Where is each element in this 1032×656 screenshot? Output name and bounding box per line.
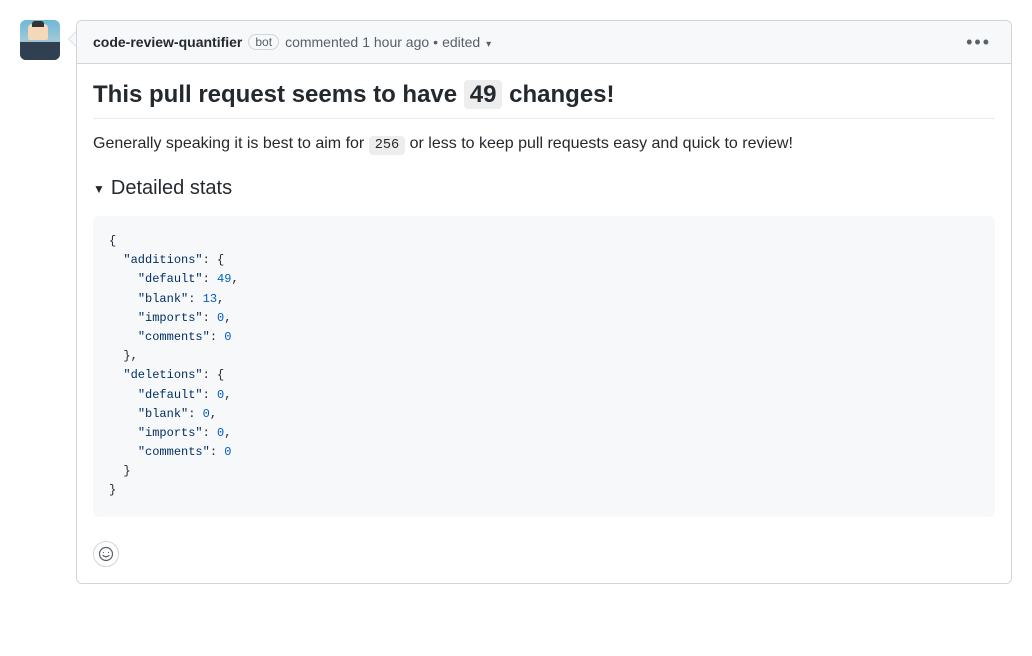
bot-badge: bot — [248, 34, 279, 50]
detailed-stats-toggle[interactable]: ▼ Detailed stats — [93, 177, 995, 200]
meta-separator: • — [433, 34, 438, 50]
comment-body: This pull request seems to have 49 chang… — [77, 64, 1011, 533]
stats-code-block: { "additions": { "default": 49, "blank":… — [93, 216, 995, 517]
smiley-icon — [98, 546, 114, 562]
comment-wrapper: code-review-quantifier bot commented 1 h… — [76, 20, 1012, 584]
timestamp-link[interactable]: 1 hour ago — [362, 34, 429, 50]
limit-code-badge: 256 — [369, 136, 405, 155]
chevron-down-icon: ▾ — [486, 39, 491, 50]
guidance-text: Generally speaking it is best to aim for… — [93, 135, 995, 153]
pr-summary-heading: This pull request seems to have 49 chang… — [93, 80, 995, 110]
title-section: This pull request seems to have 49 chang… — [93, 80, 995, 119]
header-meta: code-review-quantifier bot commented 1 h… — [93, 34, 491, 50]
edited-dropdown[interactable]: edited ▾ — [442, 34, 491, 50]
comment-arrow — [68, 31, 76, 47]
comment-container: code-review-quantifier bot commented 1 h… — [20, 20, 1012, 584]
comment-footer — [77, 533, 1011, 583]
comment-box: code-review-quantifier bot commented 1 h… — [76, 20, 1012, 584]
kebab-menu-button[interactable]: ••• — [962, 29, 995, 55]
author-name-link[interactable]: code-review-quantifier — [93, 34, 242, 50]
comment-header: code-review-quantifier bot commented 1 h… — [77, 21, 1011, 64]
add-reaction-button[interactable] — [93, 541, 119, 567]
change-count-badge: 49 — [464, 80, 503, 109]
author-avatar[interactable] — [20, 20, 60, 60]
caret-down-icon: ▼ — [93, 182, 105, 196]
commented-label: commented — [285, 34, 358, 50]
